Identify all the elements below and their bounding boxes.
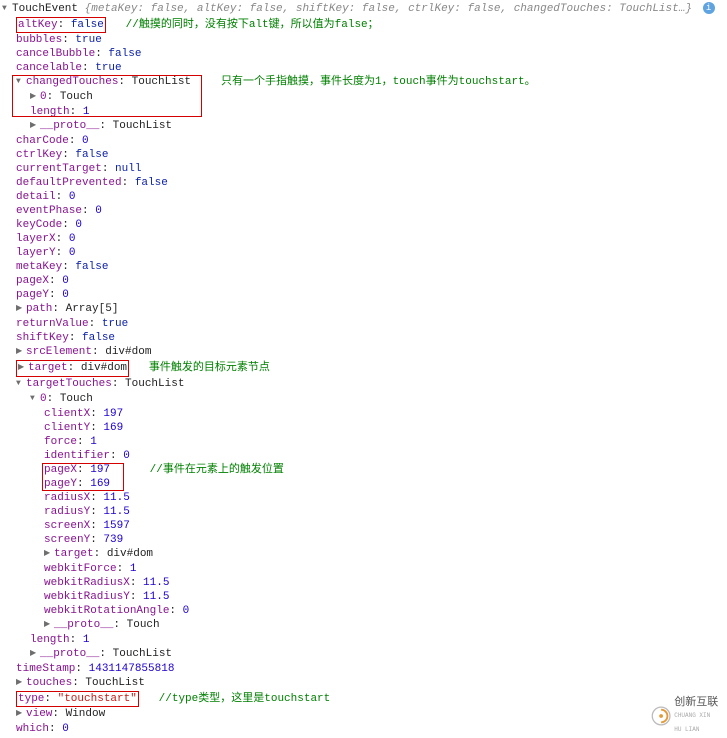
prop-tt-screenX[interactable]: screenX: 1597 (2, 519, 725, 533)
prop-tt-webkitRadiusX[interactable]: webkitRadiusX: 11.5 (2, 576, 725, 590)
comment: 事件触发的目标元素节点 (149, 362, 270, 374)
comment: //type类型，这里是touchstart (159, 693, 331, 705)
expand-icon[interactable] (30, 393, 40, 407)
expand-icon[interactable] (16, 378, 26, 392)
prop-tt-force[interactable]: force: 1 (2, 435, 725, 449)
prop-type[interactable]: type: "touchstart" //type类型，这里是touchstar… (2, 691, 725, 707)
expand-icon[interactable] (16, 708, 26, 722)
prop-keyCode[interactable]: keyCode: 0 (2, 218, 725, 232)
prop-targetTouches-0[interactable]: 0: Touch (2, 392, 725, 407)
expand-icon[interactable] (44, 548, 54, 562)
prop-path[interactable]: path: Array[5] (2, 302, 725, 317)
expand-icon[interactable] (44, 619, 54, 633)
prop-tt-radiusX[interactable]: radiusX: 11.5 (2, 491, 725, 505)
info-icon[interactable]: i (703, 2, 715, 14)
prop-touches[interactable]: touches: TouchList (2, 676, 725, 691)
expand-icon[interactable] (18, 362, 28, 376)
logo-text-cn: 创新互联 (674, 695, 721, 709)
prop-targetTouches-proto[interactable]: __proto__: TouchList (2, 647, 725, 662)
comment: 只有一个手指触摸，事件长度为1，touch事件为touchstart。 (221, 76, 536, 88)
logo-text-py: CHUANG XIN HU LIAN (674, 709, 721, 737)
prop-tt-radiusY[interactable]: radiusY: 11.5 (2, 505, 725, 519)
prop-layerX[interactable]: layerX: 0 (2, 232, 725, 246)
prop-tt-pageX[interactable]: pageX: 197 //事件在元素上的触发位置 (2, 463, 725, 477)
watermark-logo: 创新互联 CHUANG XIN HU LIAN (651, 700, 721, 732)
prop-changedTouches-length[interactable]: length: 1 (2, 105, 725, 119)
prop-currentTarget[interactable]: currentTarget: null (2, 162, 725, 176)
console-header[interactable]: TouchEvent {metaKey: false, altKey: fals… (2, 2, 725, 17)
prop-changedTouches-0[interactable]: 0: Touch (2, 90, 725, 105)
prop-eventPhase[interactable]: eventPhase: 0 (2, 204, 725, 218)
expand-icon[interactable] (16, 76, 26, 90)
prop-cancelBubble[interactable]: cancelBubble: false (2, 47, 725, 61)
prop-tt-identifier[interactable]: identifier: 0 (2, 449, 725, 463)
prop-pageY[interactable]: pageY: 0 (2, 288, 725, 302)
logo-icon (651, 702, 671, 730)
prop-view[interactable]: view: Window (2, 707, 725, 722)
prop-tt-webkitRotationAngle[interactable]: webkitRotationAngle: 0 (2, 604, 725, 618)
prop-detail[interactable]: detail: 0 (2, 190, 725, 204)
prop-target[interactable]: target: div#dom 事件触发的目标元素节点 (2, 360, 725, 377)
expand-icon[interactable] (30, 91, 40, 105)
prop-changedTouches[interactable]: changedTouches: TouchList只有一个手指触摸，事件长度为1… (2, 75, 725, 90)
prop-changedTouches-proto[interactable]: __proto__: TouchList (2, 119, 725, 134)
prop-tt-clientY[interactable]: clientY: 169 (2, 421, 725, 435)
prop-targetTouches-length[interactable]: length: 1 (2, 633, 725, 647)
expand-icon[interactable] (16, 346, 26, 360)
expand-icon[interactable] (16, 677, 26, 691)
prop-which[interactable]: which: 0 (2, 722, 725, 736)
class-name: TouchEvent (12, 3, 78, 15)
object-preview: {metaKey: false, altKey: false, shiftKey… (85, 3, 692, 15)
prop-tt-target[interactable]: target: div#dom (2, 547, 725, 562)
expand-icon[interactable] (2, 3, 12, 17)
prop-cancelable[interactable]: cancelable: true (2, 61, 725, 75)
expand-icon[interactable] (16, 303, 26, 317)
prop-defaultPrevented[interactable]: defaultPrevented: false (2, 176, 725, 190)
prop-tt-proto[interactable]: __proto__: Touch (2, 618, 725, 633)
prop-tt-clientX[interactable]: clientX: 197 (2, 407, 725, 421)
expand-icon[interactable] (30, 648, 40, 662)
prop-tt-pageY[interactable]: pageY: 169 (2, 477, 725, 491)
prop-tt-webkitForce[interactable]: webkitForce: 1 (2, 562, 725, 576)
prop-timeStamp[interactable]: timeStamp: 1431147855818 (2, 662, 725, 676)
prop-returnValue[interactable]: returnValue: true (2, 317, 725, 331)
prop-charCode[interactable]: charCode: 0 (2, 134, 725, 148)
prop-bubbles[interactable]: bubbles: true (2, 33, 725, 47)
prop-pageX[interactable]: pageX: 0 (2, 274, 725, 288)
highlight-box: target: div#dom (16, 360, 129, 377)
prop-ctrlKey[interactable]: ctrlKey: false (2, 148, 725, 162)
prop-srcElement[interactable]: srcElement: div#dom (2, 345, 725, 360)
prop-metaKey[interactable]: metaKey: false (2, 260, 725, 274)
prop-targetTouches[interactable]: targetTouches: TouchList (2, 377, 725, 392)
comment: //触摸的同时，没有按下alt键，所以值为false； (126, 19, 379, 31)
highlight-box: type: "touchstart" (16, 691, 139, 707)
prop-tt-screenY[interactable]: screenY: 739 (2, 533, 725, 547)
highlight-box: altKey: false (16, 17, 106, 33)
prop-tt-webkitRadiusY[interactable]: webkitRadiusY: 11.5 (2, 590, 725, 604)
expand-icon[interactable] (30, 120, 40, 134)
comment: //事件在元素上的触发位置 (150, 464, 284, 476)
prop-shiftKey[interactable]: shiftKey: false (2, 331, 725, 345)
prop-altKey[interactable]: altKey: false //触摸的同时，没有按下alt键，所以值为false… (2, 17, 725, 33)
prop-layerY[interactable]: layerY: 0 (2, 246, 725, 260)
